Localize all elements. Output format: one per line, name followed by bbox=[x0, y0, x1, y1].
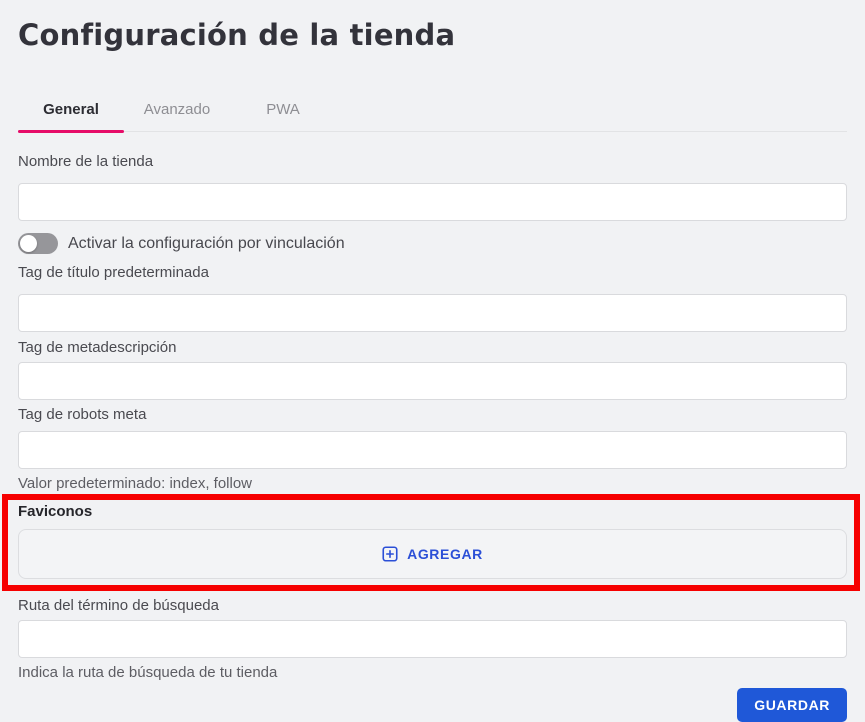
link-config-toggle[interactable] bbox=[18, 233, 58, 254]
store-name-input[interactable] bbox=[18, 183, 847, 221]
page-title: Configuración de la tienda bbox=[18, 18, 847, 52]
store-settings-page: Configuración de la tienda General Avanz… bbox=[0, 0, 865, 722]
plus-square-icon bbox=[382, 546, 398, 562]
add-favicon-button[interactable]: AGREGAR bbox=[376, 542, 489, 566]
tab-pwa[interactable]: PWA bbox=[230, 92, 336, 131]
title-tag-input[interactable] bbox=[18, 294, 847, 332]
favicons-section-label: Faviconos bbox=[18, 503, 847, 520]
robots-meta-helper: Valor predeterminado: index, follow bbox=[18, 476, 847, 492]
annotation-highlight-rectangle: Faviconos AGREGAR bbox=[2, 494, 860, 591]
search-path-input[interactable] bbox=[18, 620, 847, 658]
meta-description-input[interactable] bbox=[18, 362, 847, 400]
store-name-label: Nombre de la tienda bbox=[18, 153, 847, 170]
save-button[interactable]: GUARDAR bbox=[737, 688, 847, 722]
link-config-toggle-row: Activar la configuración por vinculación bbox=[18, 233, 847, 254]
search-path-helper: Indica la ruta de búsqueda de tu tienda bbox=[18, 665, 847, 681]
tab-general[interactable]: General bbox=[18, 92, 124, 131]
robots-meta-label: Tag de robots meta bbox=[18, 406, 847, 423]
favicons-panel: AGREGAR bbox=[18, 529, 847, 579]
footer-actions: GUARDAR bbox=[18, 688, 847, 722]
add-favicon-button-label: AGREGAR bbox=[407, 546, 483, 562]
search-path-label: Ruta del término de búsqueda bbox=[18, 597, 847, 614]
tab-bar: General Avanzado PWA bbox=[18, 92, 847, 132]
toggle-knob bbox=[20, 235, 37, 252]
robots-meta-input[interactable] bbox=[18, 431, 847, 469]
tab-avanzado[interactable]: Avanzado bbox=[124, 92, 230, 131]
meta-description-label: Tag de metadescripción bbox=[18, 339, 847, 356]
title-tag-label: Tag de título predeterminada bbox=[18, 264, 847, 281]
link-config-toggle-label: Activar la configuración por vinculación bbox=[68, 235, 345, 253]
